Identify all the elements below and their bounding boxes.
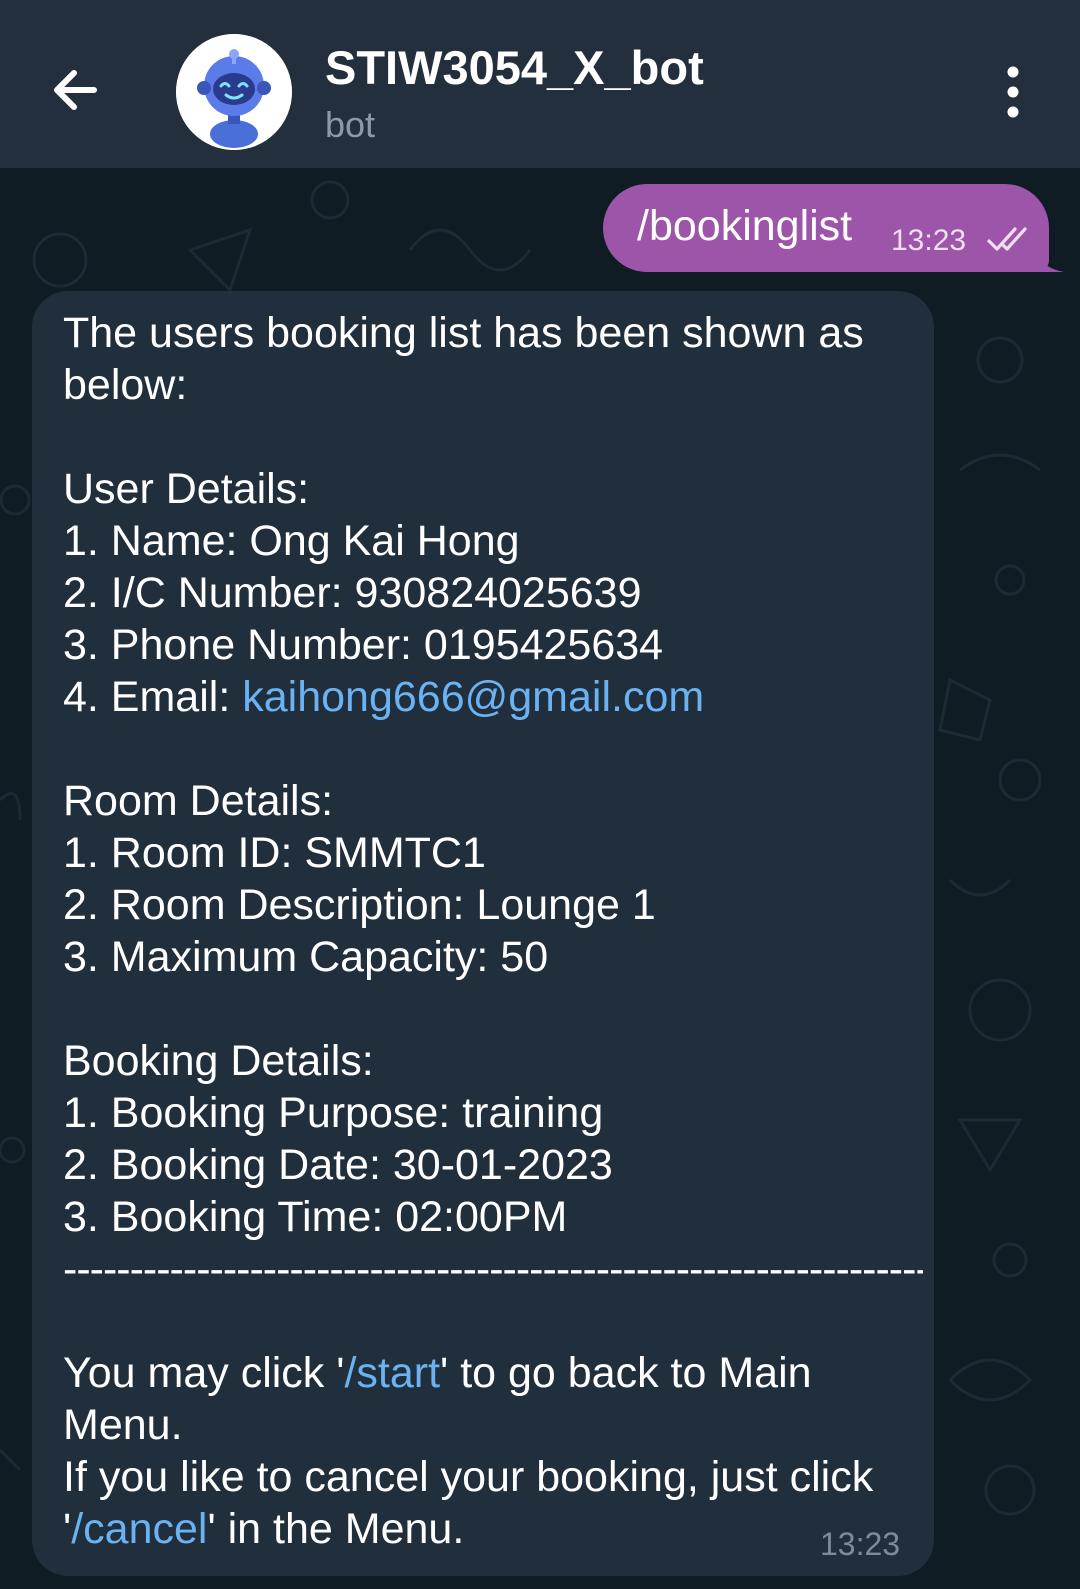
booking-date: 2. Booking Date: 30-01-2023 <box>63 1141 613 1189</box>
email-label: 4. Email: <box>63 673 243 721</box>
cancel-suffix: ' in the Menu. <box>207 1505 465 1553</box>
email-link[interactable]: kaihong666@gmail.com <box>242 673 704 721</box>
cancel-command-link[interactable]: /cancel <box>71 1505 207 1553</box>
user-ic-number: 2. I/C Number: 930824025639 <box>63 569 642 617</box>
double-check-icon <box>987 227 1027 251</box>
start-prefix: You may click ' <box>63 1349 345 1397</box>
divider-line: ----------------------------------------… <box>63 1245 923 1293</box>
chat-subtitle: bot <box>325 104 376 145</box>
incoming-message[interactable]: The users booking list has been shown as… <box>32 291 934 1576</box>
outgoing-message-text: /bookinglist <box>637 202 853 250</box>
start-command-link[interactable]: /start <box>344 1349 440 1397</box>
incoming-message-time: 13:23 <box>820 1526 901 1562</box>
robot-avatar-icon <box>176 34 292 150</box>
intro-text: The users booking list has been shown as… <box>63 309 864 409</box>
room-details-heading: Room Details: <box>63 777 334 825</box>
start-instruction: You may click '/start' to go back to Mai… <box>63 1347 923 1451</box>
user-name: 1. Name: Ong Kai Hong <box>63 517 520 565</box>
room-description: 2. Room Description: Lounge 1 <box>63 881 656 929</box>
arrow-left-icon[interactable] <box>40 55 110 125</box>
booking-purpose: 1. Booking Purpose: training <box>63 1089 604 1137</box>
bot-avatar[interactable] <box>176 34 292 150</box>
room-capacity: 3. Maximum Capacity: 50 <box>63 933 549 981</box>
booking-details-heading: Booking Details: <box>63 1037 374 1085</box>
cancel-instruction: If you like to cancel your booking, just… <box>63 1451 923 1555</box>
user-phone-number: 3. Phone Number: 0195425634 <box>63 621 664 669</box>
user-email-line: 4. Email: kaihong666@gmail.com <box>63 671 923 723</box>
more-vertical-icon[interactable] <box>995 62 1031 122</box>
outgoing-message[interactable]: /bookinglist 13:23 <box>603 184 1049 272</box>
booking-time: 3. Booking Time: 02:00PM <box>63 1193 568 1241</box>
chat-header: STIW3054_X_bot bot <box>0 0 1080 168</box>
incoming-message-body: The users booking list has been shown as… <box>63 307 923 1555</box>
chat-title[interactable]: STIW3054_X_bot <box>325 40 704 95</box>
outgoing-message-time: 13:23 <box>891 224 967 257</box>
room-id: 1. Room ID: SMMTC1 <box>63 829 486 877</box>
user-details-heading: User Details: <box>63 465 310 513</box>
